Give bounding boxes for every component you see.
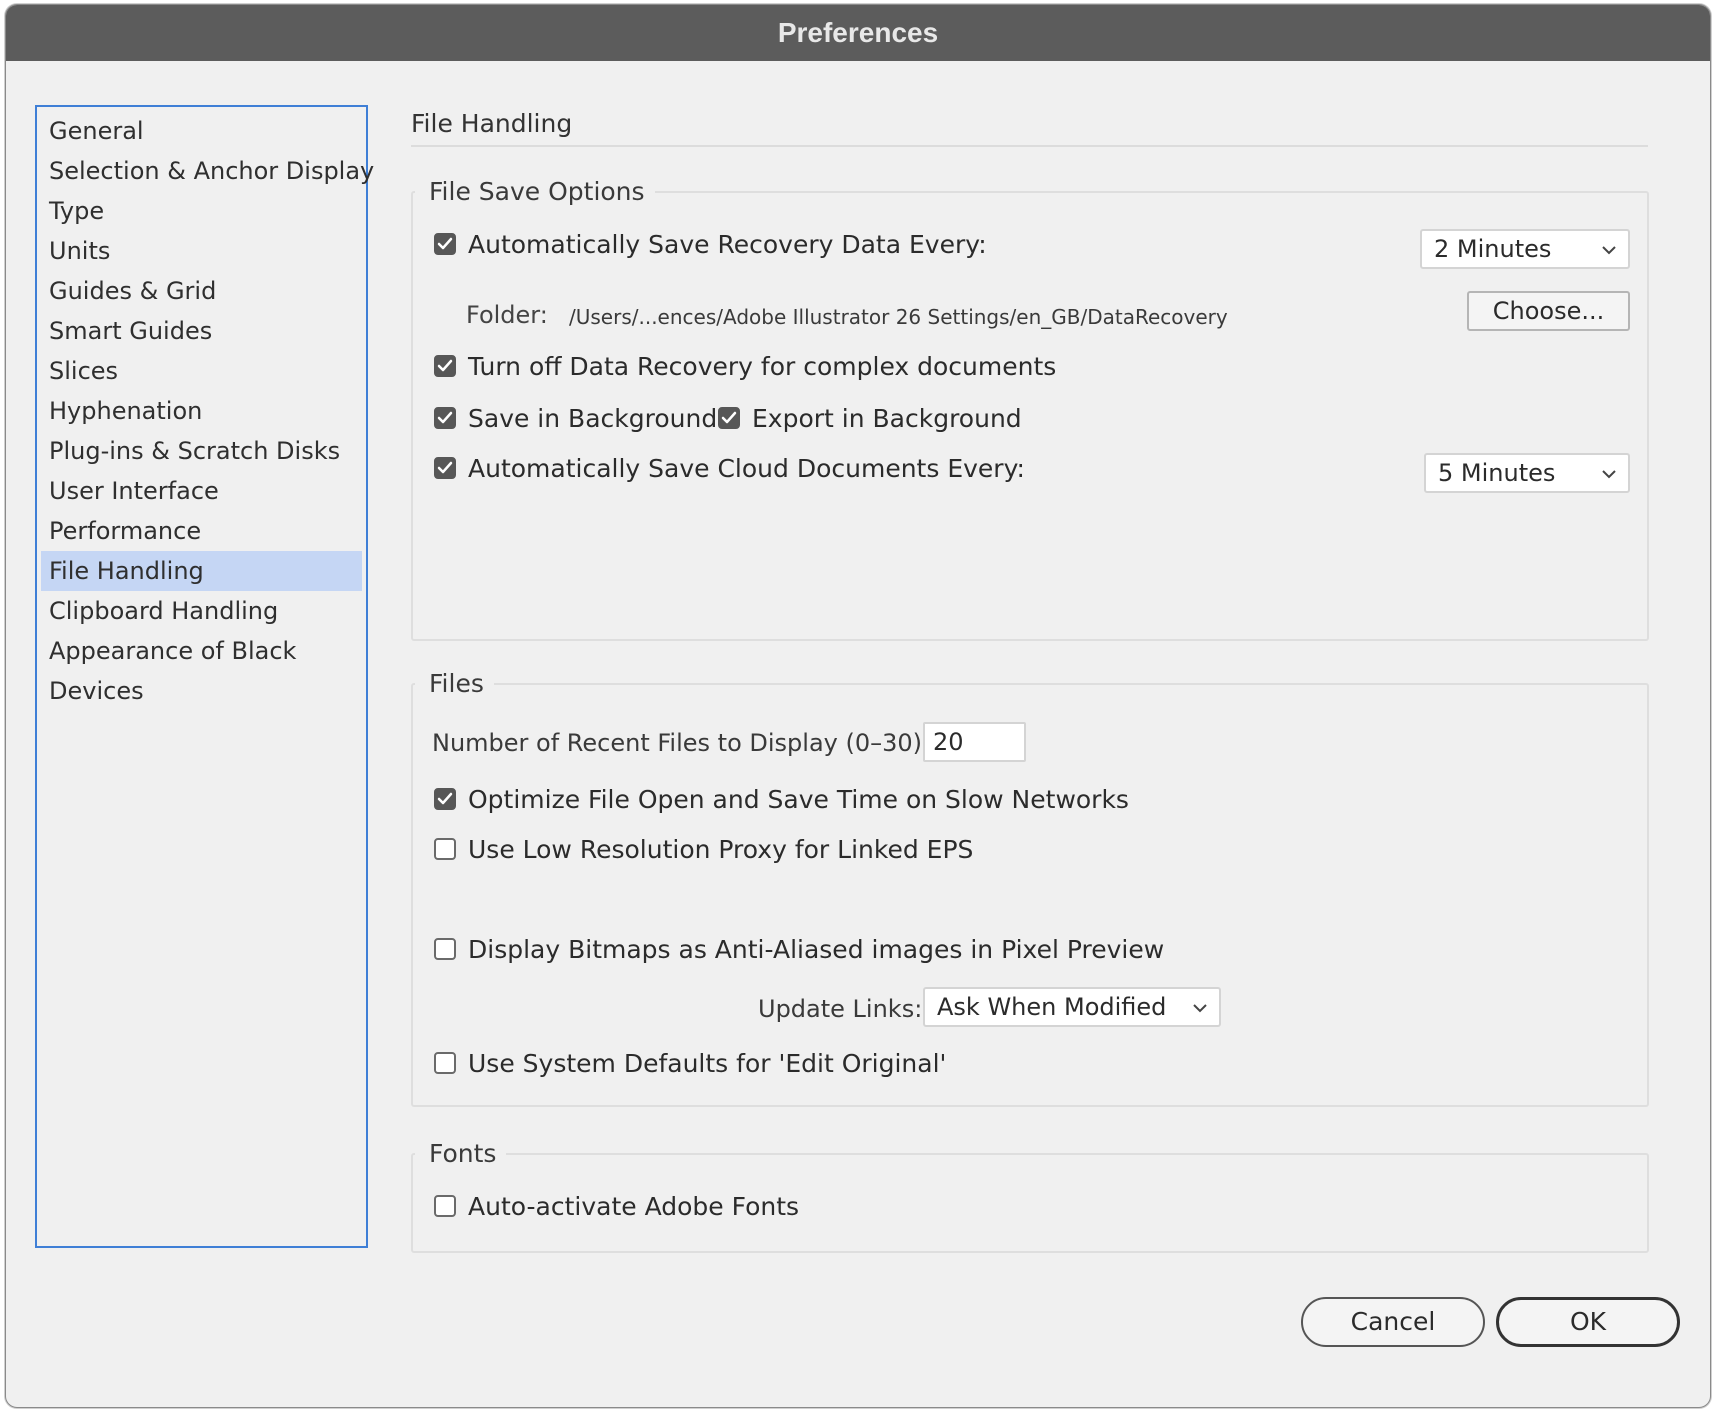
window-title: Preferences bbox=[6, 5, 1710, 61]
sidebar-item-selection-anchor-display[interactable]: Selection & Anchor Display bbox=[41, 151, 374, 191]
auto-activate-fonts-checkbox[interactable] bbox=[434, 1195, 456, 1217]
checkmark-icon bbox=[437, 461, 453, 474]
auto-activate-fonts-label: Auto-activate Adobe Fonts bbox=[468, 1191, 800, 1221]
auto-save-cloud-checkbox[interactable] bbox=[434, 457, 456, 479]
low-res-proxy-label: Use Low Resolution Proxy for Linked EPS bbox=[468, 834, 974, 864]
sidebar-item-performance[interactable]: Performance bbox=[41, 511, 362, 551]
auto-save-recovery-checkbox[interactable] bbox=[434, 233, 456, 255]
choose-folder-button[interactable]: Choose... bbox=[1467, 291, 1630, 331]
recovery-interval-select[interactable]: 2 Minutes bbox=[1420, 229, 1630, 269]
ok-button[interactable]: OK bbox=[1496, 1297, 1680, 1347]
chevron-down-icon bbox=[1193, 1004, 1207, 1013]
checkmark-icon bbox=[437, 411, 453, 424]
sidebar-item-hyphenation[interactable]: Hyphenation bbox=[41, 391, 362, 431]
sidebar-item-plugins-scratch-disks[interactable]: Plug-ins & Scratch Disks bbox=[41, 431, 362, 471]
sidebar-item-devices[interactable]: Devices bbox=[41, 671, 362, 711]
sidebar-item-type[interactable]: Type bbox=[41, 191, 362, 231]
anti-aliased-bitmaps-label: Display Bitmaps as Anti-Aliased images i… bbox=[468, 934, 1165, 964]
update-links-select[interactable]: Ask When Modified bbox=[923, 987, 1221, 1027]
folder-label: Folder: bbox=[466, 301, 548, 329]
chevron-down-icon bbox=[1602, 246, 1616, 255]
fonts-legend: Fonts bbox=[415, 1139, 507, 1169]
file-save-options-legend: File Save Options bbox=[415, 177, 655, 207]
sidebar-item-clipboard-handling[interactable]: Clipboard Handling bbox=[41, 591, 362, 631]
checkmark-icon bbox=[721, 411, 737, 424]
auto-activate-fonts-row[interactable]: Auto-activate Adobe Fonts bbox=[434, 1189, 799, 1223]
checkmark-icon bbox=[437, 792, 453, 805]
folder-path: /Users/...ences/Adobe Illustrator 26 Set… bbox=[569, 305, 1228, 329]
turn-off-recovery-row[interactable]: Turn off Data Recovery for complex docum… bbox=[434, 349, 1056, 383]
turn-off-recovery-label: Turn off Data Recovery for complex docum… bbox=[468, 351, 1057, 381]
chevron-down-icon bbox=[1602, 470, 1616, 479]
sidebar-item-slices[interactable]: Slices bbox=[41, 351, 362, 391]
turn-off-recovery-checkbox[interactable] bbox=[434, 355, 456, 377]
recovery-interval-value: 2 Minutes bbox=[1434, 235, 1552, 263]
sidebar-item-file-handling[interactable]: File Handling bbox=[41, 551, 362, 591]
auto-save-recovery-row[interactable]: Automatically Save Recovery Data Every: bbox=[434, 227, 987, 261]
cloud-interval-select[interactable]: 5 Minutes bbox=[1424, 453, 1630, 493]
export-in-background-row[interactable]: Export in Background bbox=[718, 401, 1022, 435]
optimize-slow-networks-row[interactable]: Optimize File Open and Save Time on Slow… bbox=[434, 782, 1129, 816]
cancel-button[interactable]: Cancel bbox=[1301, 1297, 1485, 1347]
system-defaults-edit-label: Use System Defaults for 'Edit Original' bbox=[468, 1048, 947, 1078]
page-title: File Handling bbox=[411, 109, 573, 138]
low-res-proxy-checkbox[interactable] bbox=[434, 838, 456, 860]
export-in-background-checkbox[interactable] bbox=[718, 407, 740, 429]
recent-files-label: Number of Recent Files to Display (0–30)… bbox=[432, 729, 931, 757]
title-divider bbox=[411, 145, 1648, 147]
update-links-value: Ask When Modified bbox=[937, 993, 1167, 1021]
sidebar-item-smart-guides[interactable]: Smart Guides bbox=[41, 311, 362, 351]
sidebar-item-general[interactable]: General bbox=[41, 111, 362, 151]
optimize-slow-networks-label: Optimize File Open and Save Time on Slow… bbox=[468, 784, 1129, 814]
save-in-background-checkbox[interactable] bbox=[434, 407, 456, 429]
auto-save-recovery-label: Automatically Save Recovery Data Every: bbox=[468, 229, 987, 259]
sidebar-item-appearance-of-black[interactable]: Appearance of Black bbox=[41, 631, 362, 671]
export-in-background-label: Export in Background bbox=[752, 403, 1022, 433]
system-defaults-edit-checkbox[interactable] bbox=[434, 1052, 456, 1074]
anti-aliased-bitmaps-checkbox[interactable] bbox=[434, 938, 456, 960]
checkmark-icon bbox=[437, 237, 453, 250]
update-links-label: Update Links: bbox=[758, 995, 923, 1023]
system-defaults-edit-row[interactable]: Use System Defaults for 'Edit Original' bbox=[434, 1046, 946, 1080]
preferences-window: Preferences General Selection & Anchor D… bbox=[5, 4, 1711, 1408]
sidebar-item-units[interactable]: Units bbox=[41, 231, 362, 271]
checkmark-icon bbox=[437, 359, 453, 372]
cloud-interval-value: 5 Minutes bbox=[1438, 459, 1556, 487]
sidebar-item-user-interface[interactable]: User Interface bbox=[41, 471, 362, 511]
auto-save-cloud-label: Automatically Save Cloud Documents Every… bbox=[468, 453, 1025, 483]
auto-save-cloud-row[interactable]: Automatically Save Cloud Documents Every… bbox=[434, 451, 1025, 485]
files-legend: Files bbox=[415, 669, 494, 699]
save-in-background-row[interactable]: Save in Background bbox=[434, 401, 717, 435]
optimize-slow-networks-checkbox[interactable] bbox=[434, 788, 456, 810]
recent-files-input[interactable]: 20 bbox=[923, 722, 1026, 762]
category-list[interactable]: General Selection & Anchor Display Type … bbox=[35, 105, 374, 1248]
low-res-proxy-row[interactable]: Use Low Resolution Proxy for Linked EPS bbox=[434, 832, 973, 866]
anti-aliased-bitmaps-row[interactable]: Display Bitmaps as Anti-Aliased images i… bbox=[434, 932, 1164, 966]
save-in-background-label: Save in Background bbox=[468, 403, 718, 433]
sidebar-item-guides-grid[interactable]: Guides & Grid bbox=[41, 271, 362, 311]
